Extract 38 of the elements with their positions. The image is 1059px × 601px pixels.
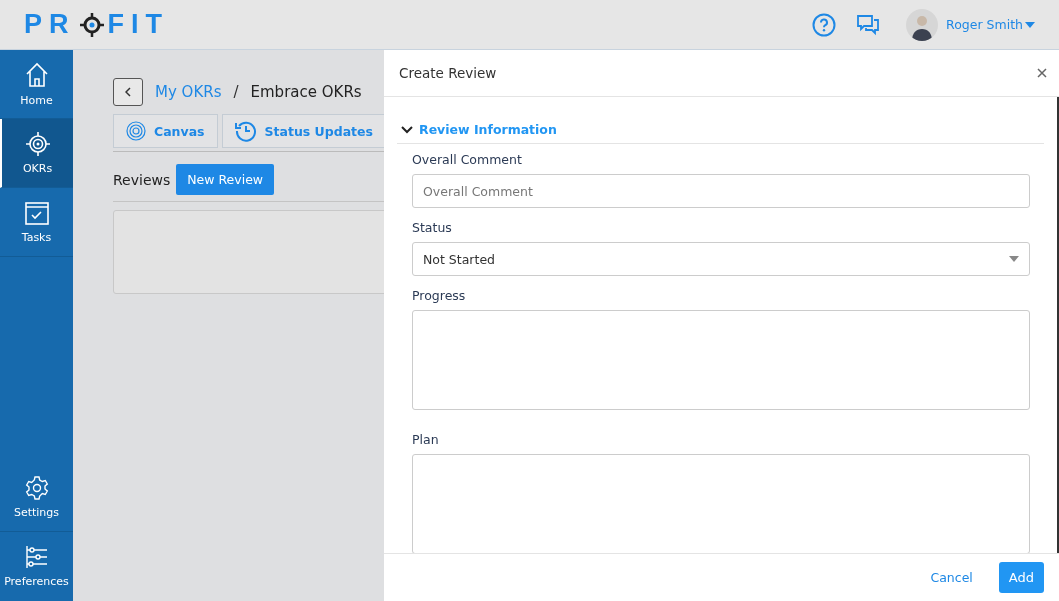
calendar-check-icon (24, 200, 49, 225)
caret-icon (1009, 256, 1019, 262)
concentric-circles-icon (126, 121, 146, 141)
help-icon[interactable] (812, 12, 837, 37)
field-label: Overall Comment (412, 152, 523, 167)
tab[interactable]: Canvas (113, 114, 218, 148)
breadcrumb-link[interactable]: My OKRs (155, 83, 222, 101)
add-button[interactable]: Add (998, 562, 1044, 593)
chat-icon[interactable] (856, 13, 881, 36)
history-icon (234, 120, 257, 142)
chevron-left-icon (125, 87, 131, 97)
dropdown[interactable]: Not Started (412, 242, 1030, 276)
sliders-icon (24, 545, 49, 569)
cancel-button[interactable]: Cancel (924, 569, 979, 586)
crosshair-icon (79, 12, 104, 37)
settings-icon (24, 475, 49, 500)
section-toggle[interactable]: Review Information (397, 117, 1044, 144)
chevron-icon (401, 125, 413, 134)
text-area[interactable] (412, 310, 1030, 410)
caret-icon (1025, 21, 1035, 28)
logo[interactable]: PR FIT (24, 9, 169, 40)
user-menu[interactable]: Roger Smith (946, 17, 1035, 32)
field-label: Progress (412, 288, 467, 303)
input-field[interactable]: Overall Comment (412, 174, 1030, 208)
home-icon (24, 61, 49, 88)
dialog-title: Create Review (399, 65, 497, 81)
target-icon (25, 131, 50, 156)
tab[interactable]: Status Updates (221, 114, 386, 148)
section-title: Reviews (113, 171, 171, 188)
breadcrumb-separator: / (233, 83, 239, 101)
new-review-button[interactable]: New Review (176, 164, 275, 195)
close-icon[interactable] (1037, 68, 1047, 78)
field-label: Status (412, 220, 453, 235)
field-label: Plan (412, 432, 440, 447)
avatar[interactable] (906, 8, 939, 41)
back-button[interactable] (113, 78, 143, 106)
sidebar-item[interactable]: OKRs (0, 119, 73, 188)
breadcrumb-current: Embrace OKRs (250, 83, 362, 101)
